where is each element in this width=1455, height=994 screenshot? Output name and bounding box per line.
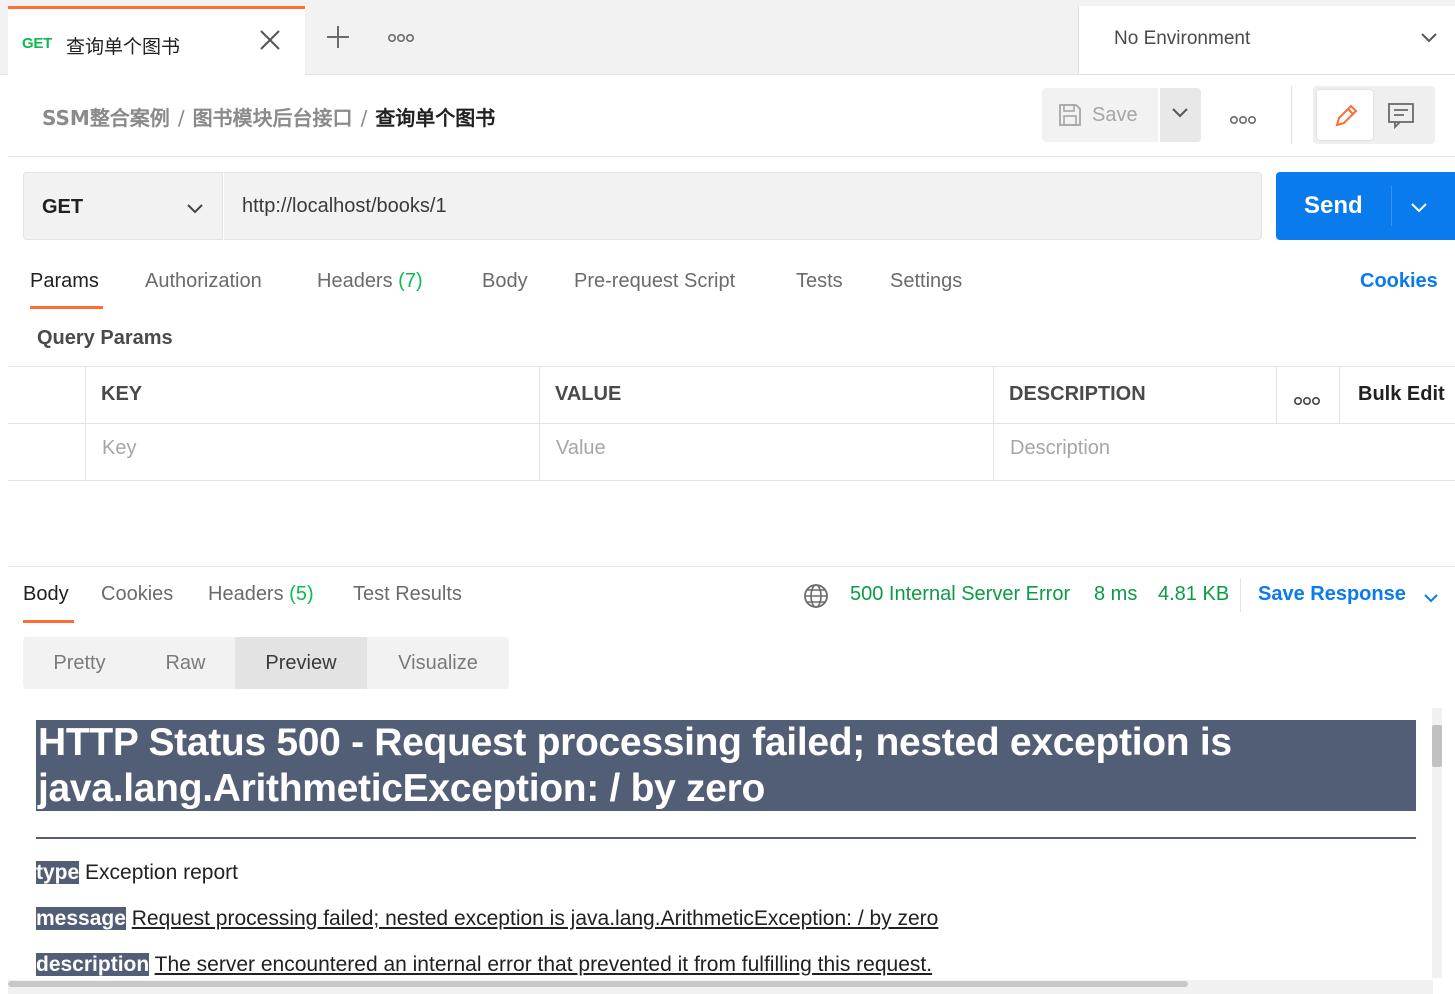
chevron-down-icon[interactable] bbox=[1424, 590, 1438, 608]
more-icon[interactable] bbox=[387, 30, 414, 48]
tab-settings[interactable]: Settings bbox=[890, 270, 962, 293]
error-description-label: description bbox=[36, 953, 150, 976]
tab-bar: GET 查询单个图书 No Environment bbox=[0, 0, 1455, 76]
save-label: Save bbox=[1092, 104, 1138, 126]
save-icon bbox=[1058, 103, 1082, 132]
column-divider bbox=[1276, 367, 1277, 423]
chevron-down-icon bbox=[1421, 30, 1437, 48]
headers-count: (7) bbox=[398, 270, 423, 292]
breadcrumb-collection[interactable]: SSM整合案例 bbox=[42, 106, 170, 130]
save-response-button[interactable]: Save Response bbox=[1258, 583, 1406, 606]
method-select[interactable]: GET bbox=[23, 172, 223, 240]
response-tab-body[interactable]: Body bbox=[23, 583, 69, 606]
key-input[interactable]: Key bbox=[102, 437, 136, 460]
tab-method-badge: GET bbox=[22, 35, 52, 52]
divider bbox=[1291, 86, 1292, 144]
error-message-line: message Request processing failed; neste… bbox=[36, 907, 938, 931]
environment-label: No Environment bbox=[1114, 28, 1251, 49]
tab-tests[interactable]: Tests bbox=[796, 270, 843, 293]
column-header-key: KEY bbox=[101, 383, 143, 405]
save-options-button[interactable] bbox=[1160, 88, 1201, 142]
more-icon[interactable] bbox=[1293, 393, 1320, 411]
tab-params[interactable]: Params bbox=[30, 270, 99, 293]
error-title: HTTP Status 500 - Request processing fai… bbox=[36, 720, 1416, 811]
active-tab-indicator bbox=[23, 620, 74, 623]
divider bbox=[1240, 578, 1241, 612]
response-headers-count: (5) bbox=[289, 583, 314, 605]
send-label: Send bbox=[1304, 192, 1363, 219]
more-icon[interactable] bbox=[1229, 112, 1256, 130]
response-status[interactable]: 500 Internal Server Error bbox=[850, 583, 1070, 606]
column-divider bbox=[539, 367, 540, 481]
breadcrumb: SSM整合案例 / 图书模块后台接口 / 查询单个图书 bbox=[42, 102, 495, 131]
cookies-link[interactable]: Cookies bbox=[1360, 270, 1438, 293]
params-table: KEY VALUE DESCRIPTION Bulk Edit Key Valu… bbox=[8, 366, 1455, 481]
environment-selector[interactable]: No Environment bbox=[1078, 6, 1455, 74]
tab-authorization[interactable]: Authorization bbox=[145, 270, 262, 293]
scrollbar-thumb[interactable] bbox=[1432, 725, 1442, 767]
view-raw-button[interactable]: Raw bbox=[136, 637, 235, 689]
response-tab-cookies[interactable]: Cookies bbox=[101, 583, 173, 606]
method-label: GET bbox=[42, 196, 84, 218]
breadcrumb-separator: / bbox=[360, 106, 368, 130]
tab-body[interactable]: Body bbox=[482, 270, 528, 293]
divider bbox=[36, 837, 1416, 839]
column-header-description: DESCRIPTION bbox=[1009, 383, 1146, 405]
view-preview-button[interactable]: Preview bbox=[235, 637, 367, 689]
error-type-value: Exception report bbox=[85, 861, 238, 884]
response-tab-test-results[interactable]: Test Results bbox=[353, 583, 462, 606]
close-icon[interactable] bbox=[258, 27, 282, 57]
response-size[interactable]: 4.81 KB bbox=[1158, 583, 1229, 606]
value-input[interactable]: Value bbox=[556, 437, 606, 460]
query-params-title: Query Params bbox=[37, 327, 173, 349]
column-divider bbox=[85, 367, 86, 481]
response-time[interactable]: 8 ms bbox=[1094, 583, 1137, 606]
chevron-down-icon[interactable] bbox=[1411, 200, 1427, 218]
error-description-line: description The server encountered an in… bbox=[36, 953, 932, 977]
chevron-down-icon bbox=[1172, 108, 1188, 118]
error-title-line: java.lang.ArithmeticException: / by zero bbox=[38, 767, 766, 810]
tab-headers[interactable]: Headers (7) bbox=[317, 270, 423, 293]
response-view-toggle: Pretty Raw Preview Visualize bbox=[23, 637, 509, 689]
edit-mode-button[interactable] bbox=[1317, 90, 1373, 140]
scrollbar-thumb[interactable] bbox=[8, 981, 1188, 987]
breadcrumb-separator: / bbox=[177, 106, 185, 130]
error-type-line: type Exception report bbox=[36, 861, 238, 885]
active-tab-indicator bbox=[30, 306, 103, 309]
view-mode-toggle bbox=[1313, 86, 1435, 144]
save-button[interactable]: Save bbox=[1042, 88, 1158, 142]
tab-title: 查询单个图书 bbox=[66, 36, 181, 58]
error-title-line: HTTP Status 500 - Request processing fai… bbox=[38, 721, 1232, 764]
url-input[interactable]: http://localhost/books/1 bbox=[224, 172, 1262, 240]
view-pretty-button[interactable]: Pretty bbox=[23, 637, 136, 689]
column-header-value: VALUE bbox=[555, 383, 622, 405]
tab-prerequest-script[interactable]: Pre-request Script bbox=[574, 270, 735, 293]
column-divider bbox=[993, 367, 994, 481]
send-button[interactable]: Send bbox=[1276, 172, 1455, 240]
pencil-icon bbox=[1335, 104, 1358, 127]
response-tab-headers-label: Headers bbox=[208, 583, 284, 605]
column-divider bbox=[1339, 367, 1340, 423]
error-message-value: Request processing failed; nested except… bbox=[131, 907, 939, 930]
plus-icon[interactable] bbox=[326, 22, 350, 54]
error-type-label: type bbox=[36, 861, 80, 884]
tab-headers-label: Headers bbox=[317, 270, 393, 292]
chevron-down-icon bbox=[187, 201, 203, 219]
breadcrumb-current[interactable]: 查询单个图书 bbox=[375, 106, 495, 130]
divider bbox=[8, 156, 1455, 157]
error-description-value: The server encountered an internal error… bbox=[154, 953, 933, 976]
divider bbox=[1391, 186, 1392, 226]
view-visualize-button[interactable]: Visualize bbox=[367, 637, 509, 689]
documentation-icon[interactable] bbox=[1387, 101, 1415, 134]
pane-splitter[interactable] bbox=[8, 566, 1455, 567]
response-tab-headers[interactable]: Headers (5) bbox=[208, 583, 314, 606]
bulk-edit-button[interactable]: Bulk Edit bbox=[1358, 383, 1445, 406]
description-input[interactable]: Description bbox=[1010, 437, 1110, 460]
request-tab[interactable]: GET 查询单个图书 bbox=[8, 6, 305, 76]
globe-icon[interactable] bbox=[803, 583, 829, 614]
response-preview: HTTP Status 500 - Request processing fai… bbox=[8, 706, 1433, 994]
breadcrumb-folder[interactable]: 图书模块后台接口 bbox=[193, 106, 353, 130]
divider bbox=[8, 423, 1455, 424]
error-message-label: message bbox=[36, 907, 126, 930]
